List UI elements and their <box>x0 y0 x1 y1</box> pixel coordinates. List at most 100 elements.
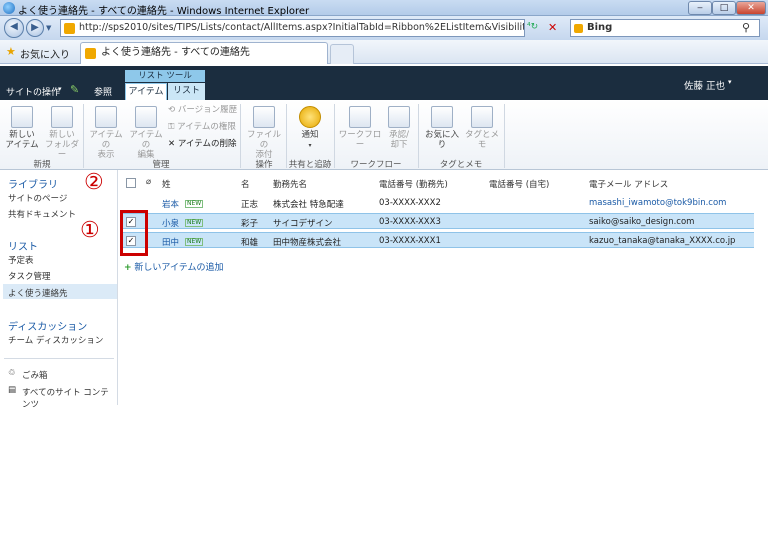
row-last-name[interactable]: 岩本 <box>162 198 179 210</box>
tags-notes-button[interactable]: タグとメモ <box>464 106 500 150</box>
annotation-1: ① <box>80 218 100 243</box>
minimize-button[interactable]: ‒ <box>688 1 712 15</box>
search-icon[interactable]: ⚲ <box>742 21 750 34</box>
nav-lists[interactable]: リスト <box>8 238 38 253</box>
col-last-name[interactable]: 姓 <box>162 178 171 190</box>
forward-icon[interactable]: ▶ <box>26 19 44 37</box>
tab-items[interactable]: アイテム <box>125 83 167 100</box>
table-row[interactable]: 岩本 NEW 正志 株式会社 特急配達 03-XXXX-XXX2 masashi… <box>120 195 754 211</box>
col-company[interactable]: 勤務先名 <box>273 178 307 190</box>
workflow-icon <box>349 106 371 128</box>
edit-page-icon[interactable]: ✎ <box>70 83 79 96</box>
table-row-selected[interactable]: ✓ 田中 NEW 和雄 田中物産株式会社 03-XXXX-XXX1 kazuo_… <box>120 232 754 248</box>
permissions-button[interactable]: ⚿ アイテムの権限 <box>168 122 236 132</box>
table-row-selected[interactable]: ✓ 小泉 NEW 彩子 サイコデザイン 03-XXXX-XXX3 saiko@s… <box>120 213 754 229</box>
select-all-checkbox[interactable] <box>126 178 136 188</box>
col-home-phone[interactable]: 電話番号 (自宅) <box>489 178 549 190</box>
ribbon-separator <box>240 104 241 168</box>
row-company: サイコデザイン <box>273 219 333 229</box>
nav-all-site-content[interactable]: すべてのサイト コンテンツ <box>22 386 117 410</box>
tags-notes-label: タグとメモ <box>464 130 499 150</box>
user-menu[interactable]: 佐藤 正也 <box>684 78 725 92</box>
tags-notes-icon <box>471 106 493 128</box>
maximize-button[interactable]: □ <box>712 1 736 15</box>
browser-tab[interactable]: よく使う連絡先 - すべての連絡先 <box>80 42 328 64</box>
group-manage-label: 管理 <box>152 160 170 170</box>
delete-item-button[interactable]: ✕ アイテムの削除 <box>168 139 236 149</box>
col-work-phone[interactable]: 電話番号 (勤務先) <box>379 178 448 190</box>
bell-icon <box>299 106 321 128</box>
new-item-label: 新しい アイテム <box>5 130 39 150</box>
new-tab-button[interactable] <box>330 44 354 64</box>
ribbon: 新しい アイテム 新しい フォルダー 新規 アイテムの 表示 アイテムの 編集 … <box>0 100 768 170</box>
nav-divider <box>4 358 114 359</box>
ribbon-separator <box>418 104 419 168</box>
refresh-icon[interactable]: ⁴↻ <box>527 22 538 32</box>
tab-browse[interactable]: 参照 <box>94 85 112 98</box>
recycle-bin-icon: ♲ <box>8 368 16 378</box>
approve-reject-button[interactable]: 承認/ 却下 <box>384 106 414 150</box>
view-item-button[interactable]: アイテムの 表示 <box>86 106 126 160</box>
nav-calendar[interactable]: 予定表 <box>8 254 34 266</box>
close-window-button[interactable]: ✕ <box>736 1 766 15</box>
nav-shared-documents[interactable]: 共有ドキュメント <box>8 208 76 220</box>
approve-reject-label: 承認/ 却下 <box>389 130 409 150</box>
add-new-item-label: 新しいアイテムの追加 <box>134 263 224 273</box>
approve-reject-icon <box>388 106 410 128</box>
group-new-label: 新規 <box>33 160 51 170</box>
row-last-name[interactable]: 田中 <box>162 236 179 248</box>
nav-site-pages[interactable]: サイトのページ <box>8 192 67 204</box>
annotation-2: ② <box>84 170 104 195</box>
view-item-label: アイテムの 表示 <box>89 130 123 160</box>
group-workflow-label: ワークフロー <box>350 160 402 170</box>
row-email[interactable]: masashi_iwamoto@tok9bin.com <box>589 198 726 208</box>
new-item-button[interactable]: 新しい アイテム <box>4 106 40 150</box>
page-icon <box>64 23 75 34</box>
workflow-button[interactable]: ワークフロー <box>338 106 382 150</box>
nav-tasks[interactable]: タスク管理 <box>8 270 51 282</box>
ribbon-separator <box>83 104 84 168</box>
version-history-icon: ⟲ <box>168 105 178 115</box>
stop-icon[interactable]: ✕ <box>548 21 557 34</box>
version-history-button[interactable]: ⟲ バージョン履歴 <box>168 105 237 115</box>
nav-discussions[interactable]: ディスカッション <box>8 318 87 333</box>
alert-me-button[interactable]: 通知 ▾ <box>290 106 330 151</box>
site-actions-menu[interactable]: サイトの操作 <box>6 85 60 98</box>
tab-list[interactable]: リスト <box>168 83 205 100</box>
user-dropdown-icon[interactable]: ▾ <box>728 78 732 86</box>
nav-contacts[interactable]: よく使う連絡先 <box>3 284 117 299</box>
nav-recycle-bin[interactable]: ごみ箱 <box>22 369 48 381</box>
new-folder-label: 新しい フォルダー <box>44 130 79 160</box>
site-actions-dropdown-icon[interactable]: ▾ <box>58 85 62 93</box>
favorite-label: お気に入り <box>424 130 459 150</box>
version-history-label: バージョン履歴 <box>177 105 238 115</box>
history-dropdown-icon[interactable]: ▼ <box>46 24 51 32</box>
row-email[interactable]: saiko@saiko_design.com <box>589 217 694 227</box>
col-first-name[interactable]: 名 <box>241 178 250 190</box>
col-email[interactable]: 電子メール アドレス <box>589 178 668 190</box>
row-last-name[interactable]: 小泉 <box>162 217 179 229</box>
edit-item-button[interactable]: アイテムの 編集 <box>126 106 166 160</box>
add-icon: + <box>124 263 132 273</box>
attach-file-label: ファイルの 添付 <box>246 130 281 160</box>
row-first-name: 彩子 <box>241 219 259 229</box>
favorite-tag-icon <box>431 106 453 128</box>
search-input[interactable]: Bing <box>570 19 760 37</box>
attachment-column-icon: ⌀ <box>146 177 152 187</box>
back-icon[interactable]: ◀ <box>4 18 24 38</box>
url-field[interactable]: http://sps2010/sites/TIPS/Lists/contact/… <box>60 19 525 37</box>
add-new-item-link[interactable]: + 新しいアイテムの追加 <box>124 260 224 273</box>
new-folder-icon <box>51 106 73 128</box>
view-item-icon <box>95 106 117 128</box>
nav-libraries[interactable]: ライブラリ <box>8 176 58 191</box>
new-item-icon <box>11 106 33 128</box>
workflow-label: ワークフロー <box>338 130 382 150</box>
alert-me-label: 通知 <box>301 130 319 140</box>
nav-team-discussion[interactable]: チーム ディスカッション <box>8 334 103 346</box>
new-folder-button[interactable]: 新しい フォルダー <box>42 106 82 160</box>
favorites-button[interactable]: お気に入り <box>20 46 70 61</box>
attach-file-button[interactable]: ファイルの 添付 <box>244 106 284 160</box>
row-email[interactable]: kazuo_tanaka@tanaka_XXXX.co.jp <box>589 236 735 246</box>
favorite-button[interactable]: お気に入り <box>422 106 462 150</box>
new-badge: NEW <box>185 238 204 246</box>
